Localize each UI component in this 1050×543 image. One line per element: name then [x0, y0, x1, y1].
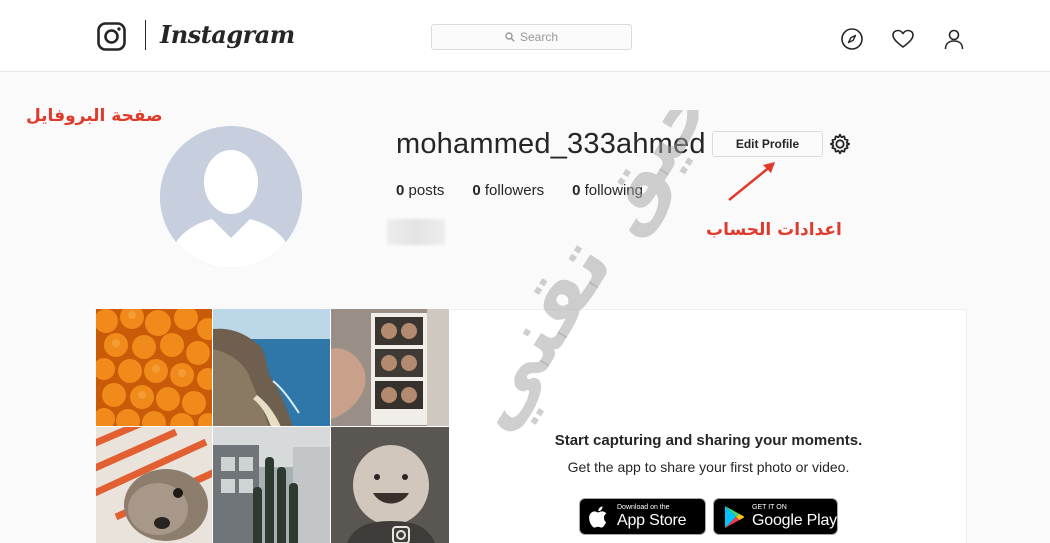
search-input[interactable]: Search: [431, 24, 632, 50]
photo-dog: [96, 427, 213, 543]
photo-booth-strip: [331, 309, 450, 427]
app-store-small: Download on the: [617, 504, 670, 511]
google-play-small: GET IT ON: [752, 504, 787, 511]
stat-posts: 0 posts: [396, 182, 445, 199]
app-store-big: App Store: [617, 512, 687, 529]
profile-stats: 0 posts 0 followers 0 following: [396, 182, 671, 199]
annotation-profile-page: صفحة البروفايل: [26, 106, 163, 126]
profile-username: mohammed_333ahmed: [396, 128, 706, 160]
stat-following[interactable]: 0 following: [572, 182, 643, 199]
compass-icon[interactable]: [840, 27, 864, 51]
annotation-account-settings: اعدادات الحساب: [706, 220, 842, 240]
edit-profile-button[interactable]: Edit Profile: [712, 131, 823, 157]
google-play-button[interactable]: GET IT ON Google Play: [713, 498, 838, 535]
heart-icon[interactable]: [891, 27, 915, 51]
google-play-big: Google Play: [752, 512, 837, 529]
instagram-wordmark[interactable]: Instagram: [160, 20, 295, 49]
apple-icon: [589, 505, 607, 528]
search-icon: [505, 32, 515, 42]
default-avatar-icon: [160, 126, 302, 268]
sample-photo-grid: [96, 309, 450, 543]
search-placeholder: Search: [519, 30, 559, 44]
stat-followers[interactable]: 0 followers: [472, 182, 544, 199]
cta-subtitle: Get the app to share your first photo or…: [567, 459, 850, 475]
blurred-bio: [387, 219, 445, 245]
app-store-button[interactable]: Download on the App Store: [579, 498, 706, 535]
photo-cactus: [213, 427, 331, 543]
avatar[interactable]: [160, 126, 302, 268]
gear-icon[interactable]: [829, 133, 851, 155]
photo-coast: [213, 309, 331, 427]
logo-divider: [145, 20, 146, 50]
photo-baby: [331, 427, 450, 543]
photo-oranges: [96, 309, 213, 427]
annotation-arrow: [728, 162, 775, 201]
top-nav-bar: Instagram Search: [0, 0, 1050, 72]
instagram-logo-icon[interactable]: [97, 22, 126, 51]
user-icon[interactable]: [942, 27, 966, 51]
cta-title: Start capturing and sharing your moments…: [554, 432, 863, 449]
google-play-icon: [725, 505, 745, 528]
